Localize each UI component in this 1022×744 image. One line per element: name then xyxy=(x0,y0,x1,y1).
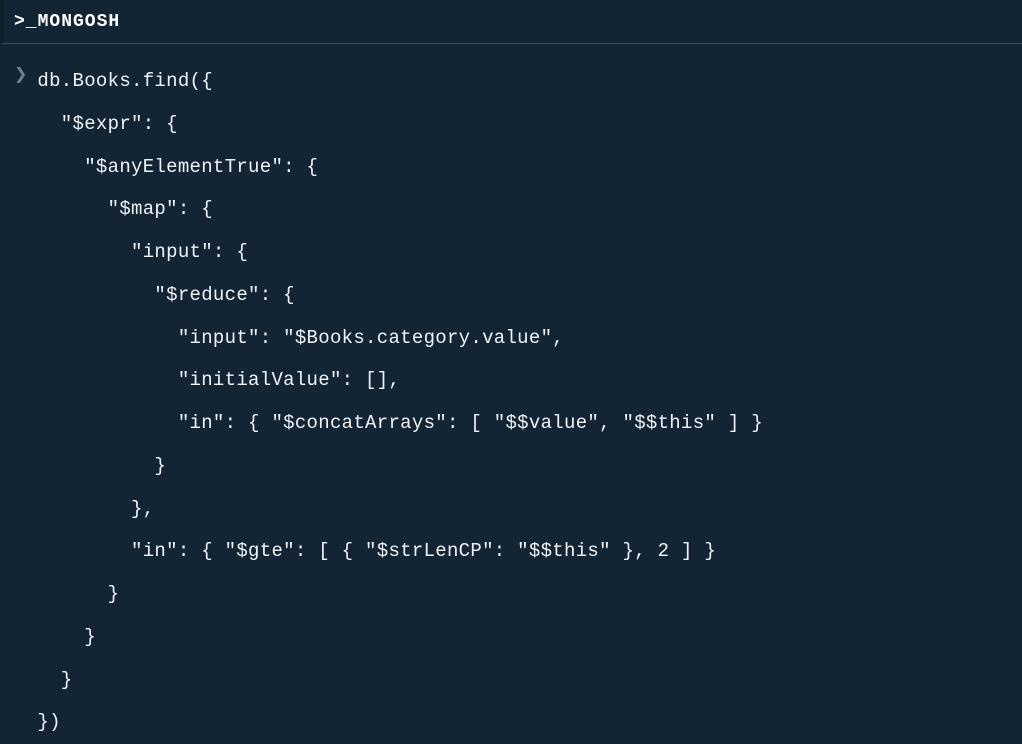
shell-body: ❯ db.Books.find({ "$expr": { "$anyElemen… xyxy=(0,44,1022,744)
shell-title: >_MONGOSH xyxy=(14,12,120,32)
prompt-chevron-icon: ❯ xyxy=(14,60,27,89)
query-input[interactable]: db.Books.find({ "$expr": { "$anyElementT… xyxy=(37,60,763,744)
shell-header[interactable]: >_MONGOSH xyxy=(0,0,1022,44)
prompt-row: ❯ db.Books.find({ "$expr": { "$anyElemen… xyxy=(14,60,1018,744)
